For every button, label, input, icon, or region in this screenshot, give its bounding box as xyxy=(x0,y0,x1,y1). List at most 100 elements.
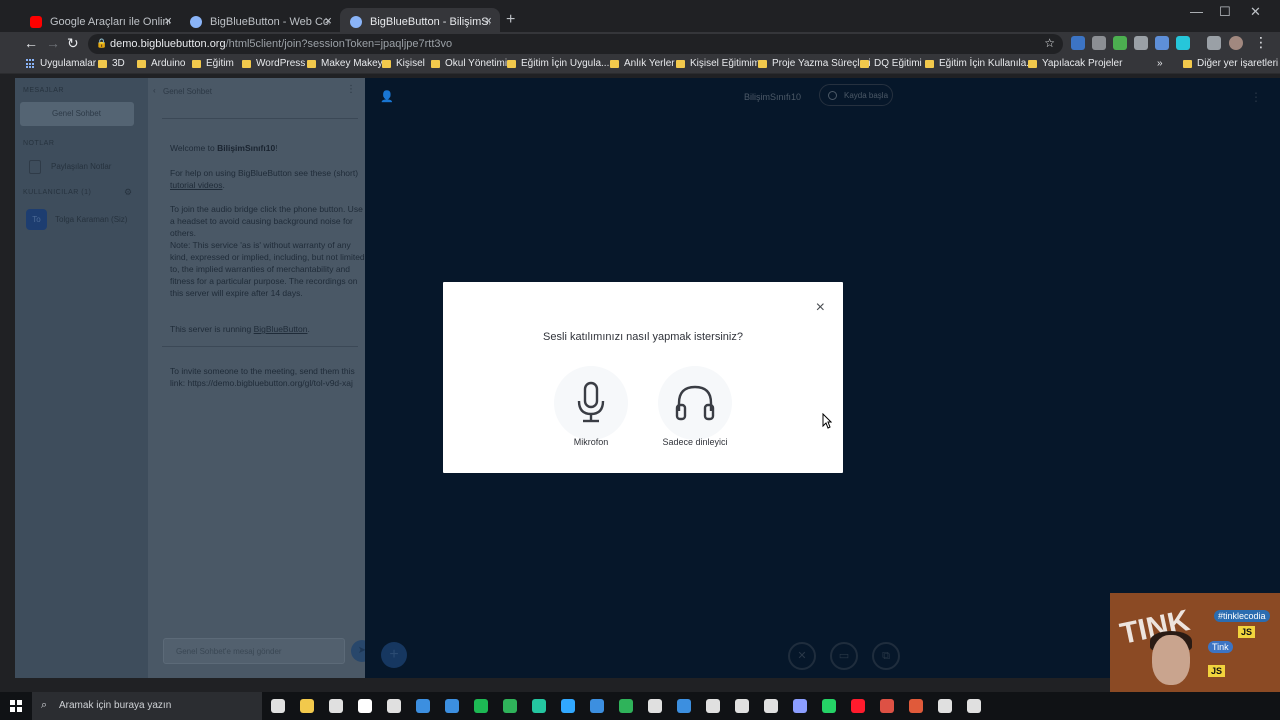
bookmark-folder[interactable]: Okul Yönetimi xyxy=(431,58,507,69)
bookmark-folder[interactable]: Kişisel Eğitimim xyxy=(676,58,760,69)
bookmarks-more-button[interactable]: » xyxy=(1157,58,1163,69)
divider xyxy=(162,118,358,119)
record-button[interactable]: Kayda başla xyxy=(819,84,893,106)
forward-icon[interactable]: → xyxy=(46,35,60,51)
taskbar-app-icon[interactable] xyxy=(474,699,488,713)
taskbar-app-icon[interactable] xyxy=(967,699,981,713)
close-window-icon[interactable]: ✕ xyxy=(1250,4,1261,20)
bookmark-folder[interactable]: DQ Eğitimi xyxy=(860,58,922,69)
taskbar-app-icon[interactable] xyxy=(793,699,807,713)
chat-message-input[interactable]: Genel Sohbet'e mesaj gönder xyxy=(163,638,345,664)
bookmark-folder[interactable]: Eğitim İçin Kullanıla... xyxy=(925,58,1035,69)
taskbar-search-input[interactable]: ⌕ Aramak için buraya yazın xyxy=(32,692,262,720)
extension-icon[interactable] xyxy=(1155,36,1169,50)
bookmark-folder-other[interactable]: Diğer yer işaretleri xyxy=(1183,58,1278,69)
taskbar-app-icon[interactable] xyxy=(764,699,778,713)
taskbar-app-icon[interactable] xyxy=(387,699,401,713)
taskbar-app-icon[interactable] xyxy=(677,699,691,713)
disclaimer-message: Note: This service 'as is' without warra… xyxy=(170,240,365,298)
user-name[interactable]: Tolga Karaman (Siz) xyxy=(55,215,127,224)
minimize-icon[interactable]: — xyxy=(1190,4,1203,19)
options-kebab-icon[interactable]: ⋮ xyxy=(1250,90,1262,104)
bookmark-folder[interactable]: Kişisel xyxy=(382,58,425,69)
bookmark-folder[interactable]: 3D xyxy=(98,58,125,69)
taskbar-app-icon[interactable] xyxy=(358,699,372,713)
bookmark-folder[interactable]: Arduino xyxy=(137,58,185,69)
back-icon[interactable]: ← xyxy=(24,35,38,51)
menu-kebab-icon[interactable]: ⋮ xyxy=(1254,34,1268,51)
extension-icon[interactable] xyxy=(1134,36,1148,50)
users-settings-icon[interactable]: ⚙ xyxy=(124,187,132,198)
bookmark-folder[interactable]: Makey Makey xyxy=(307,58,383,69)
taskbar-app-icon[interactable] xyxy=(851,699,865,713)
room-title: BilişimSınıfı10 xyxy=(744,92,802,102)
microphone-option-button[interactable]: Mikrofon xyxy=(541,366,641,447)
taskbar-app-icon[interactable] xyxy=(271,699,285,713)
taskbar-app-icon[interactable] xyxy=(532,699,546,713)
bookmark-folder[interactable]: Anlık Yerler xyxy=(610,58,675,69)
webcam-button[interactable]: ▭ xyxy=(830,642,858,670)
bookmark-folder[interactable]: Eğitim xyxy=(192,58,234,69)
maximize-icon[interactable]: ☐ xyxy=(1219,4,1231,20)
actions-plus-button[interactable]: + xyxy=(381,642,407,668)
audio-button[interactable]: ✕ xyxy=(788,642,816,670)
avatar[interactable]: To xyxy=(26,209,47,230)
folder-icon xyxy=(507,60,516,68)
taskbar-app-icon[interactable] xyxy=(822,699,836,713)
user-list-panel: MESAJLAR Genel Sohbet NOTLAR Paylaşılan … xyxy=(15,78,148,678)
chat-back-icon[interactable]: ‹ xyxy=(153,86,156,95)
address-bar[interactable]: 🔒 demo.bigbluebutton.org/html5client/joi… xyxy=(88,34,1063,54)
extension-icon[interactable] xyxy=(1092,36,1106,50)
taskbar-app-icon[interactable] xyxy=(329,699,343,713)
public-chat-item[interactable]: Genel Sohbet xyxy=(20,102,134,126)
webcam-overlay: TINK #tinklecodia Tink JS JS xyxy=(1110,593,1280,692)
bookmark-star-icon[interactable]: ☆ xyxy=(1044,36,1055,50)
bookmark-apps[interactable]: Uygulamalar xyxy=(26,58,96,69)
bookmark-folder[interactable]: WordPress xyxy=(242,58,305,69)
extension-icon[interactable] xyxy=(1113,36,1127,50)
browser-toolbar: ← → ↻ 🔒 demo.bigbluebutton.org/html5clie… xyxy=(0,32,1280,56)
extension-icon[interactable] xyxy=(1176,36,1190,50)
taskbar-app-icon[interactable] xyxy=(909,699,923,713)
taskbar-app-icon[interactable] xyxy=(561,699,575,713)
help-message: For help on using BigBlueButton see thes… xyxy=(170,168,359,190)
new-tab-button[interactable]: + xyxy=(506,11,515,29)
bigbluebutton-link[interactable]: BigBlueButton xyxy=(254,324,308,334)
tab-close-icon[interactable]: × xyxy=(164,13,172,28)
modal-close-button[interactable]: × xyxy=(816,299,825,317)
taskbar-app-icon[interactable] xyxy=(706,699,720,713)
taskbar-app-icon[interactable] xyxy=(445,699,459,713)
reading-list-icon[interactable] xyxy=(1207,36,1221,50)
taskbar-app-icon[interactable] xyxy=(648,699,662,713)
bookmark-folder[interactable]: Yapılacak Projeler xyxy=(1028,58,1122,69)
shared-notes-item[interactable]: Paylaşılan Notlar xyxy=(51,162,111,171)
taskbar-app-icon[interactable] xyxy=(938,699,952,713)
reload-icon[interactable]: ↻ xyxy=(67,35,79,52)
profile-avatar[interactable] xyxy=(1229,36,1243,50)
folder-icon xyxy=(925,60,934,68)
invite-message: To invite someone to the meeting, send t… xyxy=(170,366,355,388)
taskbar-app-icon[interactable] xyxy=(503,699,517,713)
windows-start-icon[interactable] xyxy=(10,700,22,712)
folder-icon xyxy=(137,60,146,68)
folder-icon xyxy=(242,60,251,68)
bookmark-folder[interactable]: Eğitim İçin Uygula... xyxy=(507,58,609,69)
taskbar-app-icon[interactable] xyxy=(735,699,749,713)
tab-close-icon[interactable]: × xyxy=(484,13,492,28)
taskbar-app-icon[interactable] xyxy=(880,699,894,713)
tutorial-videos-link[interactable]: tutorial videos xyxy=(170,180,222,190)
youtube-icon xyxy=(30,16,42,28)
webcam-badge: #tinklecodia xyxy=(1214,610,1270,622)
taskbar-app-icon[interactable] xyxy=(300,699,314,713)
listen-only-option-button[interactable]: Sadece dinleyici xyxy=(645,366,745,447)
chat-options-icon[interactable]: ⋮ xyxy=(346,84,356,95)
tab-close-icon[interactable]: × xyxy=(324,13,332,28)
bookmarks-bar: Uygulamalar 3D Arduino Eğitim WordPress … xyxy=(0,56,1280,74)
screenshare-button[interactable]: ⧉ xyxy=(872,642,900,670)
taskbar-app-icon[interactable] xyxy=(416,699,430,713)
extension-icon[interactable] xyxy=(1071,36,1085,50)
bookmark-folder[interactable]: Proje Yazma Süreçleri xyxy=(758,58,871,69)
taskbar-app-icon[interactable] xyxy=(619,699,633,713)
user-list-toggle-icon[interactable]: 👤 xyxy=(380,90,394,103)
taskbar-app-icon[interactable] xyxy=(590,699,604,713)
